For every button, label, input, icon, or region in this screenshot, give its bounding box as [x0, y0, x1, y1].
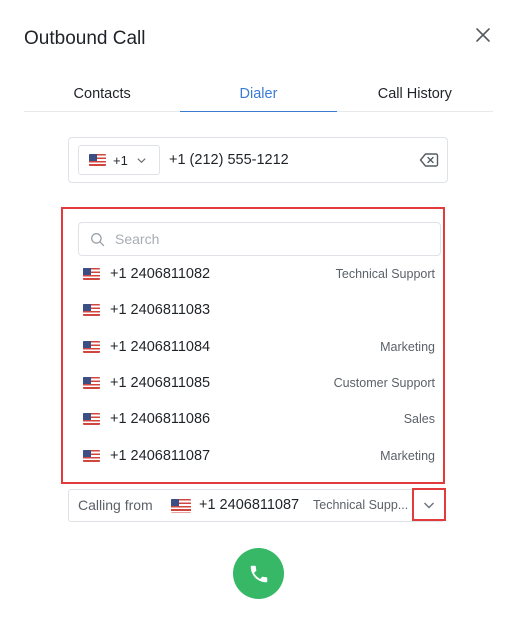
option-number: +1 2406811085	[110, 375, 211, 391]
us-flag-icon	[89, 154, 106, 166]
calling-from-label: Calling from	[78, 497, 153, 513]
option-label: Technical Support	[335, 267, 435, 281]
tab-bar: Contacts Dialer Call History	[24, 76, 493, 112]
caller-id-dropdown: +1 2406811082 Technical Support +1 24068…	[61, 207, 445, 484]
caller-id-option[interactable]: +1 2406811085 Customer Support	[83, 368, 435, 398]
search-field[interactable]	[78, 222, 441, 256]
calling-from-number: +1 2406811087	[199, 497, 300, 513]
option-label: Customer Support	[333, 376, 435, 390]
option-number: +1 2406811083	[110, 302, 211, 318]
caller-id-option[interactable]: +1 2406811082 Technical Support	[83, 259, 435, 289]
us-flag-icon	[83, 377, 100, 389]
calling-from-select[interactable]: Calling from +1 2406811087 Technical Sup…	[68, 489, 445, 522]
option-number: +1 2406811086	[110, 411, 211, 427]
chevron-down-icon	[424, 502, 434, 508]
option-number: +1 2406811084	[110, 339, 211, 355]
chevron-down-icon	[137, 157, 146, 163]
us-flag-icon	[171, 499, 191, 513]
close-icon[interactable]	[472, 24, 494, 46]
phone-number-field[interactable]: +1 +1 (212) 555-1212	[68, 137, 448, 183]
option-label: Marketing	[380, 449, 435, 463]
phone-number-value[interactable]: +1 (212) 555-1212	[169, 138, 289, 182]
us-flag-icon	[83, 268, 100, 280]
us-flag-icon	[83, 413, 100, 425]
calling-from-department: Technical Supp...	[313, 498, 409, 512]
dialog-title: Outbound Call	[24, 28, 146, 49]
phone-icon	[250, 565, 267, 582]
country-code-label: +1	[113, 152, 128, 168]
option-label: Marketing	[380, 340, 435, 354]
caller-id-option[interactable]: +1 2406811087 Marketing	[83, 441, 435, 471]
us-flag-icon	[83, 341, 100, 353]
call-button[interactable]	[233, 548, 284, 599]
caller-id-option[interactable]: +1 2406811083	[83, 295, 435, 325]
us-flag-icon	[83, 450, 100, 462]
tab-call-history[interactable]: Call History	[337, 76, 493, 111]
country-code-select[interactable]: +1	[78, 145, 160, 175]
tab-contacts[interactable]: Contacts	[24, 76, 180, 111]
option-number: +1 2406811082	[110, 266, 211, 282]
option-number: +1 2406811087	[110, 448, 211, 464]
tab-dialer[interactable]: Dialer	[180, 76, 337, 112]
us-flag-icon	[83, 304, 100, 316]
search-icon	[91, 232, 105, 246]
calling-from-dropdown-toggle[interactable]	[412, 488, 446, 521]
caller-id-option[interactable]: +1 2406811084 Marketing	[83, 332, 435, 362]
option-label: Sales	[403, 412, 435, 426]
caller-id-option[interactable]: +1 2406811086 Sales	[83, 404, 435, 434]
search-input[interactable]	[115, 231, 415, 247]
backspace-icon[interactable]	[419, 151, 439, 169]
